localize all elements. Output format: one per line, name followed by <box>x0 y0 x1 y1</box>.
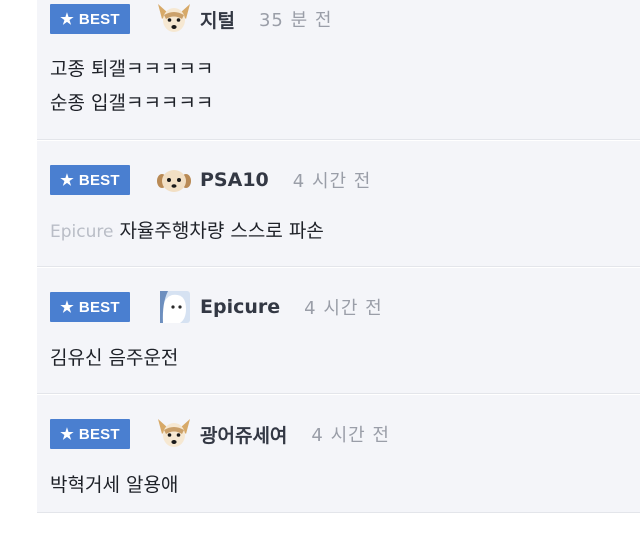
comment-nickname[interactable]: Epicure <box>200 296 280 318</box>
star-icon: ★ <box>60 426 74 443</box>
white-creature-avatar-icon[interactable] <box>154 289 194 325</box>
comment-item: ★ BEST PSA10 4 시간 전 Epicure 자율주행차량 스스로 파손 <box>37 141 640 267</box>
best-badge: ★ BEST <box>50 4 130 34</box>
comment-body: Epicure 자율주행차량 스스로 파손 <box>50 214 324 249</box>
comment-header: ★ BEST Epicure 4 시간 전 <box>50 289 383 325</box>
best-badge-label: BEST <box>78 10 120 28</box>
comment-time: 4 시간 전 <box>292 171 372 192</box>
comment-body: 박혁거세 알용애 <box>50 468 178 502</box>
comment-text: 자율주행차량 스스로 파손 <box>119 220 324 242</box>
comment-header: ★ BEST PSA10 4 시간 전 <box>50 165 371 195</box>
comment-time: 35 분 전 <box>258 10 333 31</box>
best-badge: ★ BEST <box>50 292 130 322</box>
comment-line: 박혁거세 알용애 <box>50 474 179 496</box>
comment-line: 순종 입갤ㅋㅋㅋㅋㅋ <box>50 92 214 114</box>
comment-item: ★ BEST Epicure 4 시간 전 김유신 음주운전 <box>37 268 640 394</box>
comment-nickname[interactable]: 광어쥬세여 <box>200 421 287 448</box>
comment-body: 고종 퇴갤ㅋㅋㅋㅋㅋ 순종 입갤ㅋㅋㅋㅋㅋ <box>50 52 213 120</box>
puppy-avatar-icon[interactable] <box>154 162 194 198</box>
comment-line: Epicure 자율주행차량 스스로 파손 <box>50 214 324 249</box>
best-badge-label: BEST <box>78 171 120 189</box>
comment-nickname[interactable]: PSA10 <box>200 169 269 191</box>
comment-nickname[interactable]: 지털 <box>200 6 235 33</box>
best-comments-list: ★ BEST 지털 35 분 전 고종 퇴갤ㅋㅋㅋㅋㅋ 순종 입갤ㅋㅋㅋㅋㅋ ★… <box>0 0 640 553</box>
comment-time: 4 시간 전 <box>304 298 383 319</box>
best-badge-label: BEST <box>78 425 120 443</box>
best-badge-label: BEST <box>78 298 120 316</box>
dog-avatar-icon[interactable] <box>154 1 194 37</box>
comment-item: ★ BEST 광어쥬세여 4 시간 전 박혁거세 알용애 <box>37 395 640 513</box>
star-icon: ★ <box>60 11 74 28</box>
best-badge: ★ BEST <box>50 419 130 449</box>
comment-body: 김유신 음주운전 <box>50 341 178 375</box>
comment-header: ★ BEST 광어쥬세여 4 시간 전 <box>50 419 390 449</box>
comment-line: 고종 퇴갤ㅋㅋㅋㅋㅋ <box>50 58 214 80</box>
star-icon: ★ <box>60 299 74 316</box>
best-badge: ★ BEST <box>50 165 130 195</box>
comment-item: ★ BEST 지털 35 분 전 고종 퇴갤ㅋㅋㅋㅋㅋ 순종 입갤ㅋㅋㅋㅋㅋ <box>37 0 640 140</box>
reply-mention[interactable]: Epicure <box>50 222 113 242</box>
comment-time: 4 시간 전 <box>311 425 390 446</box>
comment-line: 김유신 음주운전 <box>50 347 179 369</box>
star-icon: ★ <box>60 172 74 189</box>
dog-avatar-icon[interactable] <box>154 416 194 452</box>
comment-header: ★ BEST 지털 35 분 전 <box>50 4 332 34</box>
